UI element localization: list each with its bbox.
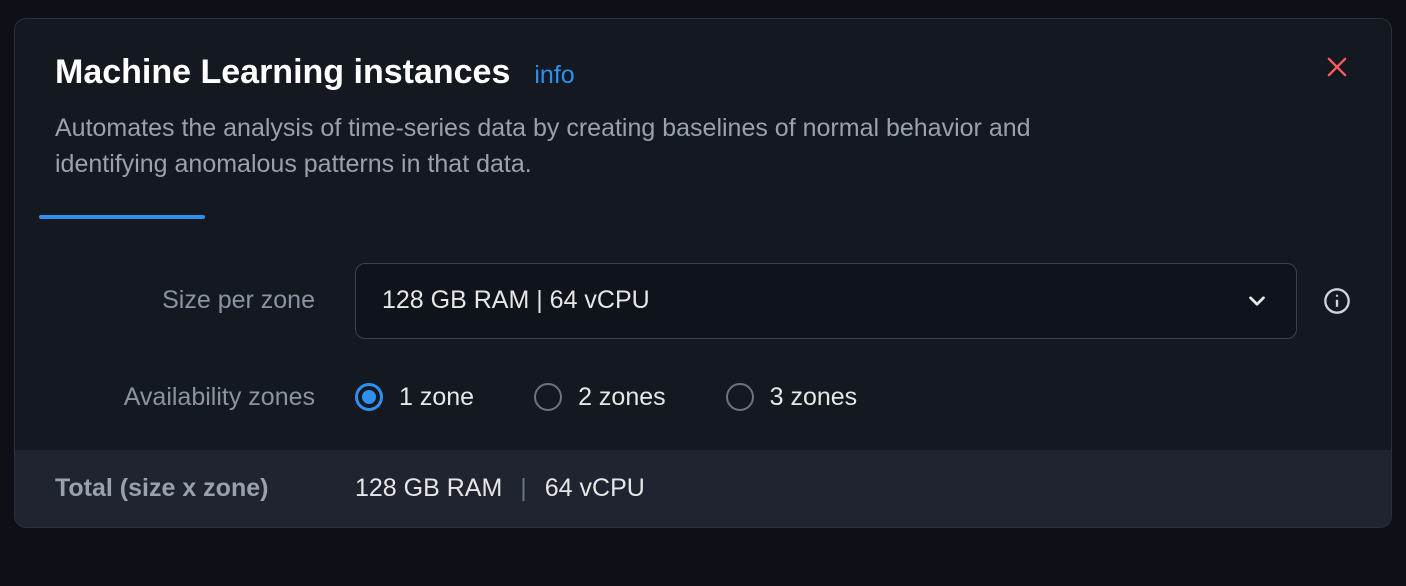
availability-zones-radio-group: 1 zone 2 zones 3 zones	[355, 383, 857, 412]
zone-option-3-label: 3 zones	[770, 383, 858, 412]
title-row: Machine Learning instances info	[55, 53, 1351, 92]
card-title: Machine Learning instances	[55, 53, 510, 92]
card-header: Machine Learning instances info Automate…	[15, 19, 1391, 193]
info-icon[interactable]	[1323, 287, 1351, 315]
zone-option-2-label: 2 zones	[578, 383, 666, 412]
card-description: Automates the analysis of time-series da…	[55, 110, 1105, 183]
availability-zones-label: Availability zones	[55, 383, 355, 412]
total-value: 128 GB RAM | 64 vCPU	[355, 474, 645, 503]
radio-icon	[534, 383, 562, 411]
close-icon	[1323, 53, 1351, 81]
size-select-wrap: 128 GB RAM | 64 vCPU	[355, 263, 1351, 339]
separator-icon: |	[520, 474, 527, 503]
zone-option-1-label: 1 zone	[399, 383, 474, 412]
close-button[interactable]	[1323, 53, 1351, 81]
form-area: Size per zone 128 GB RAM | 64 vCPU Avail…	[15, 219, 1391, 450]
total-ram: 128 GB RAM	[355, 474, 502, 503]
ml-instances-card: Machine Learning instances info Automate…	[14, 18, 1392, 528]
chevron-down-icon	[1244, 288, 1270, 314]
total-cpu: 64 vCPU	[545, 474, 645, 503]
size-per-zone-row: Size per zone 128 GB RAM | 64 vCPU	[55, 263, 1351, 339]
zone-option-3[interactable]: 3 zones	[726, 383, 858, 412]
size-select-value: 128 GB RAM | 64 vCPU	[382, 286, 650, 315]
radio-icon	[355, 383, 383, 411]
size-per-zone-select[interactable]: 128 GB RAM | 64 vCPU	[355, 263, 1297, 339]
size-per-zone-label: Size per zone	[55, 286, 355, 315]
radio-icon	[726, 383, 754, 411]
info-link[interactable]: info	[534, 61, 574, 90]
zone-option-1[interactable]: 1 zone	[355, 383, 474, 412]
total-label: Total (size x zone)	[55, 474, 355, 503]
total-bar: Total (size x zone) 128 GB RAM | 64 vCPU	[15, 450, 1391, 527]
zone-option-2[interactable]: 2 zones	[534, 383, 666, 412]
radio-dot-icon	[362, 390, 376, 404]
availability-zones-row: Availability zones 1 zone 2 zones 3 zone…	[55, 383, 1351, 412]
